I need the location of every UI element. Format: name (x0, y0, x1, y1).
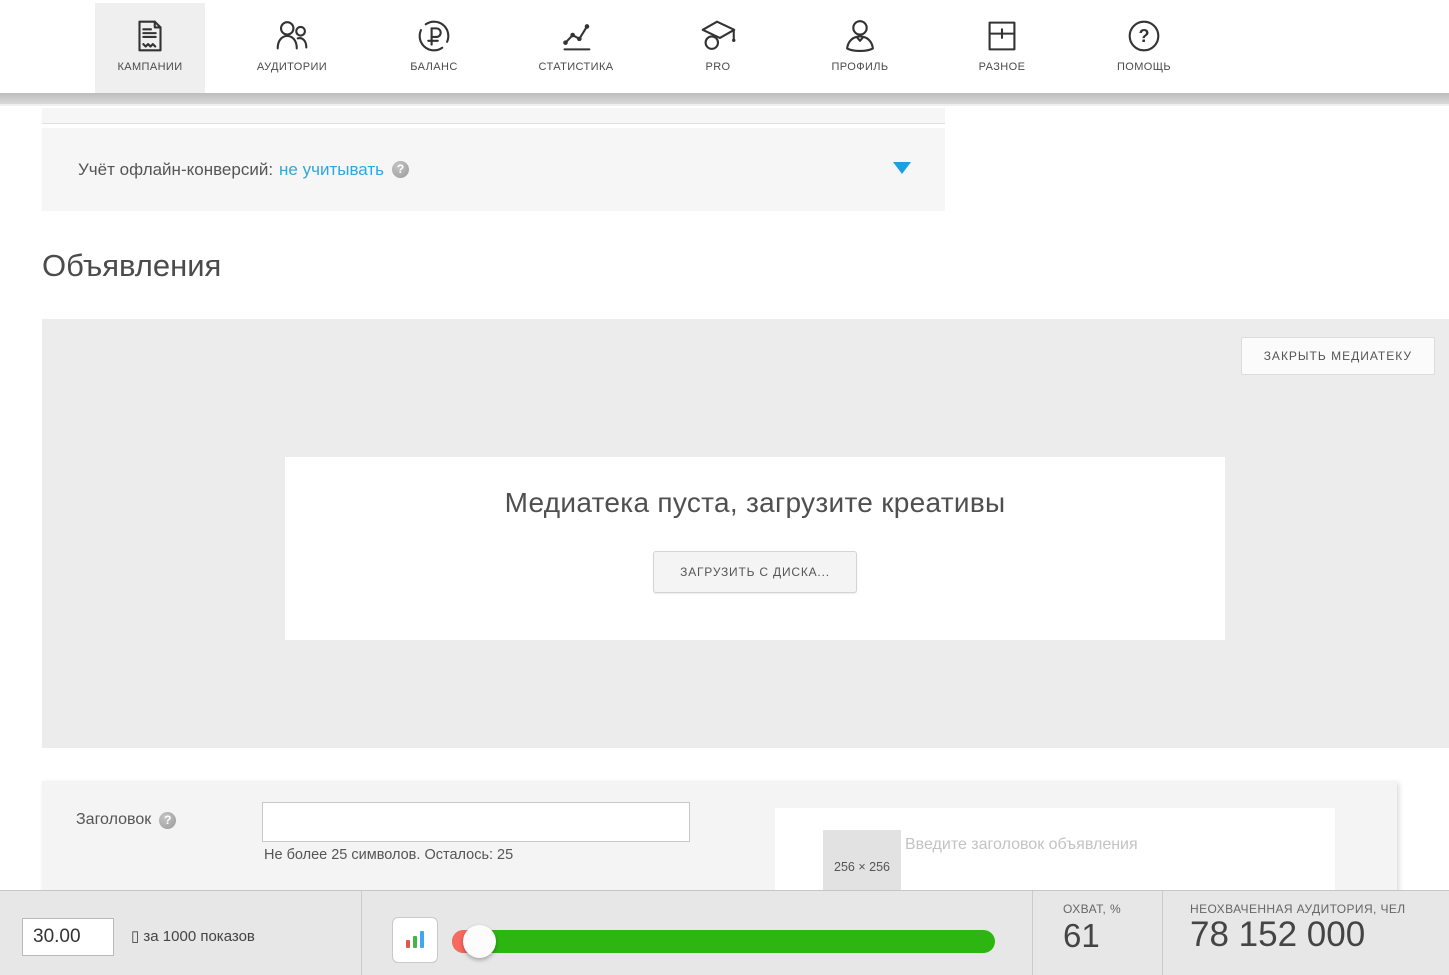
unreached-audience-label: НЕОХВАЧЕННАЯ АУДИТОРИЯ, ЧЕЛ (1190, 902, 1406, 916)
title-help-icon[interactable]: ? (159, 812, 176, 829)
nav-shadow-band (0, 93, 1449, 106)
media-library-empty-card: Медиатека пуста, загрузите креативы ЗАГР… (285, 457, 1225, 640)
campaign-editor-screen: КАМПАНИИ АУДИТОРИИ БАЛАНС (0, 0, 1449, 975)
balance-ruble-icon (413, 15, 455, 57)
reach-value: 61 (1063, 917, 1100, 955)
slider-handle[interactable] (463, 925, 496, 958)
media-library-empty-message: Медиатека пуста, загрузите креативы (505, 487, 1006, 519)
misc-window-plus-icon (981, 15, 1023, 57)
media-library-panel: ЗАКРЫТЬ МЕДИАТЕКУ Медиатека пуста, загру… (42, 319, 1449, 748)
ads-section-title: Объявления (42, 248, 221, 284)
ad-title-preview-placeholder: Введите заголовок объявления (905, 836, 1138, 854)
nav-item-help[interactable]: ? ПОМОЩЬ (1089, 3, 1199, 93)
nav-label: КАМПАНИИ (117, 61, 182, 73)
upload-from-disk-button[interactable]: ЗАГРУЗИТЬ С ДИСКА... (653, 551, 857, 593)
nav-label: PRO (705, 61, 730, 73)
audiences-people-icon (271, 15, 313, 57)
nav-item-balance[interactable]: БАЛАНС (379, 3, 489, 93)
nav-item-misc[interactable]: РАЗНОЕ (947, 3, 1057, 93)
nav-label: СТАТИСТИКА (539, 61, 614, 73)
offline-conversions-help-icon[interactable]: ? (392, 161, 409, 178)
bar-chart-icon (402, 926, 428, 955)
slider-track-green[interactable] (452, 930, 995, 953)
footer-divider (1032, 891, 1033, 975)
footer-divider (1162, 891, 1163, 975)
bid-price-unit-label: ▯ за 1000 показов (131, 927, 255, 945)
expand-caret-icon[interactable] (893, 162, 911, 174)
ad-title-input[interactable] (262, 802, 690, 842)
collapsed-section-stub (42, 108, 945, 124)
profile-person-icon (839, 15, 881, 57)
nav-label: АУДИТОРИИ (257, 61, 327, 73)
reach-label: ОХВАТ, % (1063, 902, 1121, 916)
bid-chart-toggle-button[interactable] (392, 917, 438, 963)
bid-price-input[interactable] (22, 918, 114, 956)
help-question-icon: ? (1123, 15, 1165, 57)
title-field-label: Заголовок (76, 811, 151, 829)
ad-image-size-label: 256 × 256 (823, 860, 901, 874)
offline-conversions-value-link[interactable]: не учитывать (279, 160, 384, 180)
offline-conversions-label: Учёт офлайн-конверсий: (78, 160, 273, 180)
coverage-slider[interactable] (452, 924, 995, 958)
statistics-chart-icon (555, 15, 597, 57)
nav-item-campaigns[interactable]: КАМПАНИИ (95, 3, 205, 93)
nav-item-audiences[interactable]: АУДИТОРИИ (237, 3, 347, 93)
nav-label: БАЛАНС (410, 61, 457, 73)
nav-label: ПОМОЩЬ (1117, 61, 1171, 73)
nav-label: РАЗНОЕ (979, 61, 1026, 73)
nav-item-profile[interactable]: ПРОФИЛЬ (805, 3, 915, 93)
nav-item-statistics[interactable]: СТАТИСТИКА (521, 3, 631, 93)
svg-text:?: ? (1138, 26, 1149, 46)
pro-graduation-cap-icon (697, 15, 739, 57)
title-label-row: Заголовок ? (76, 811, 176, 829)
campaigns-document-icon (129, 15, 171, 57)
nav-label: ПРОФИЛЬ (831, 61, 888, 73)
bid-footer-bar: ▯ за 1000 показов ОХВАТ, % 61 НЕОХВАЧЕНН… (0, 890, 1449, 975)
nav-item-pro[interactable]: PRO (663, 3, 773, 93)
unreached-audience-value: 78 152 000 (1190, 915, 1365, 955)
footer-divider (361, 891, 362, 975)
top-navigation: КАМПАНИИ АУДИТОРИИ БАЛАНС (0, 0, 1449, 93)
title-char-limit-hint: Не более 25 символов. Осталось: 25 (264, 847, 513, 863)
offline-conversions-panel: Учёт офлайн-конверсий: не учитывать ? (42, 128, 945, 211)
close-media-library-button[interactable]: ЗАКРЫТЬ МЕДИАТЕКУ (1241, 337, 1435, 375)
